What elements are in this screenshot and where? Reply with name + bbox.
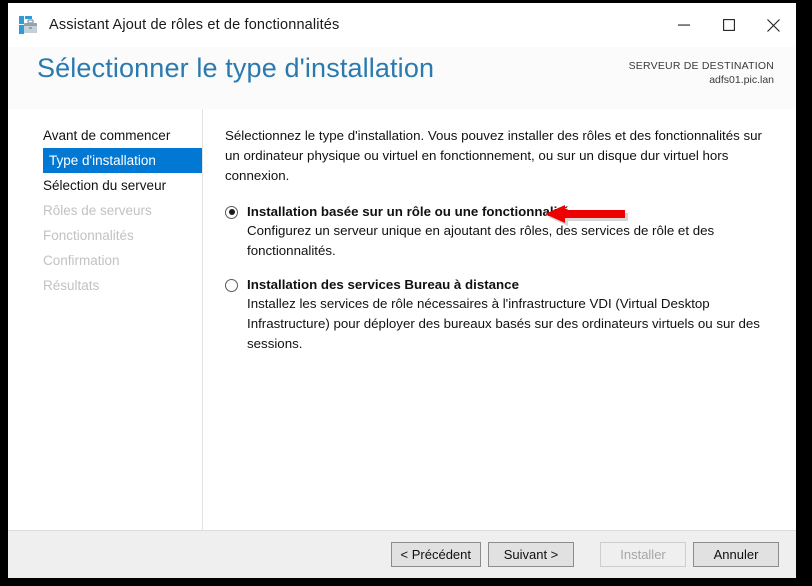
sidebar-item-fonctionnalites: Fonctionnalités xyxy=(8,223,202,248)
destination-server-label: SERVEUR DE DESTINATION xyxy=(629,60,774,74)
page-header: Sélectionner le type d'installation SERV… xyxy=(8,47,796,109)
window-controls xyxy=(661,3,796,47)
destination-server-value: adfs01.pic.lan xyxy=(629,74,774,88)
title-bar: Assistant Ajout de rôles et de fonctionn… xyxy=(8,3,796,47)
option-remote-desktop-services-row[interactable]: Installation des services Bureau à dista… xyxy=(225,277,772,292)
page-title: Sélectionner le type d'installation xyxy=(37,53,434,84)
option-remote-desktop-services-title: Installation des services Bureau à dista… xyxy=(247,277,519,292)
sidebar-item-type-dinstallation[interactable]: Type d'installation xyxy=(43,148,202,173)
option-role-based[interactable]: Installation basée sur un rôle ou une fo… xyxy=(225,204,772,261)
minimize-button[interactable] xyxy=(661,3,706,47)
radio-role-based[interactable] xyxy=(225,206,238,219)
next-button[interactable]: Suivant > xyxy=(488,542,574,567)
wizard-window: Assistant Ajout de rôles et de fonctionn… xyxy=(8,3,796,578)
option-role-based-row[interactable]: Installation basée sur un rôle ou une fo… xyxy=(225,204,772,219)
install-button: Installer xyxy=(600,542,686,567)
intro-text: Sélectionnez le type d'installation. Vou… xyxy=(225,126,765,187)
wizard-steps-sidebar: Avant de commencer Type d'installation S… xyxy=(8,109,203,530)
destination-server-block: SERVEUR DE DESTINATION adfs01.pic.lan xyxy=(629,60,774,88)
sidebar-item-resultats: Résultats xyxy=(8,273,202,298)
option-remote-desktop-services[interactable]: Installation des services Bureau à dista… xyxy=(225,277,772,354)
cancel-button[interactable]: Annuler xyxy=(693,542,779,567)
sidebar-item-confirmation: Confirmation xyxy=(8,248,202,273)
radio-remote-desktop-services[interactable] xyxy=(225,279,238,292)
wizard-footer: < Précédent Suivant > Installer Annuler xyxy=(8,530,796,578)
sidebar-item-avant-de-commencer[interactable]: Avant de commencer xyxy=(8,123,202,148)
sidebar-item-selection-du-serveur[interactable]: Sélection du serveur xyxy=(8,173,202,198)
window-title: Assistant Ajout de rôles et de fonctionn… xyxy=(49,17,339,33)
close-button[interactable] xyxy=(751,3,796,47)
option-role-based-title: Installation basée sur un rôle ou une fo… xyxy=(247,204,569,219)
option-remote-desktop-services-description: Installez les services de rôle nécessair… xyxy=(247,294,772,354)
server-roles-wizard-icon xyxy=(17,14,39,36)
sidebar-item-roles-de-serveurs: Rôles de serveurs xyxy=(8,198,202,223)
maximize-button[interactable] xyxy=(706,3,751,47)
wizard-body: Avant de commencer Type d'installation S… xyxy=(8,109,796,530)
previous-button[interactable]: < Précédent xyxy=(391,542,481,567)
option-role-based-description: Configurez un serveur unique en ajoutant… xyxy=(247,221,772,261)
wizard-content: Sélectionnez le type d'installation. Vou… xyxy=(203,109,796,530)
